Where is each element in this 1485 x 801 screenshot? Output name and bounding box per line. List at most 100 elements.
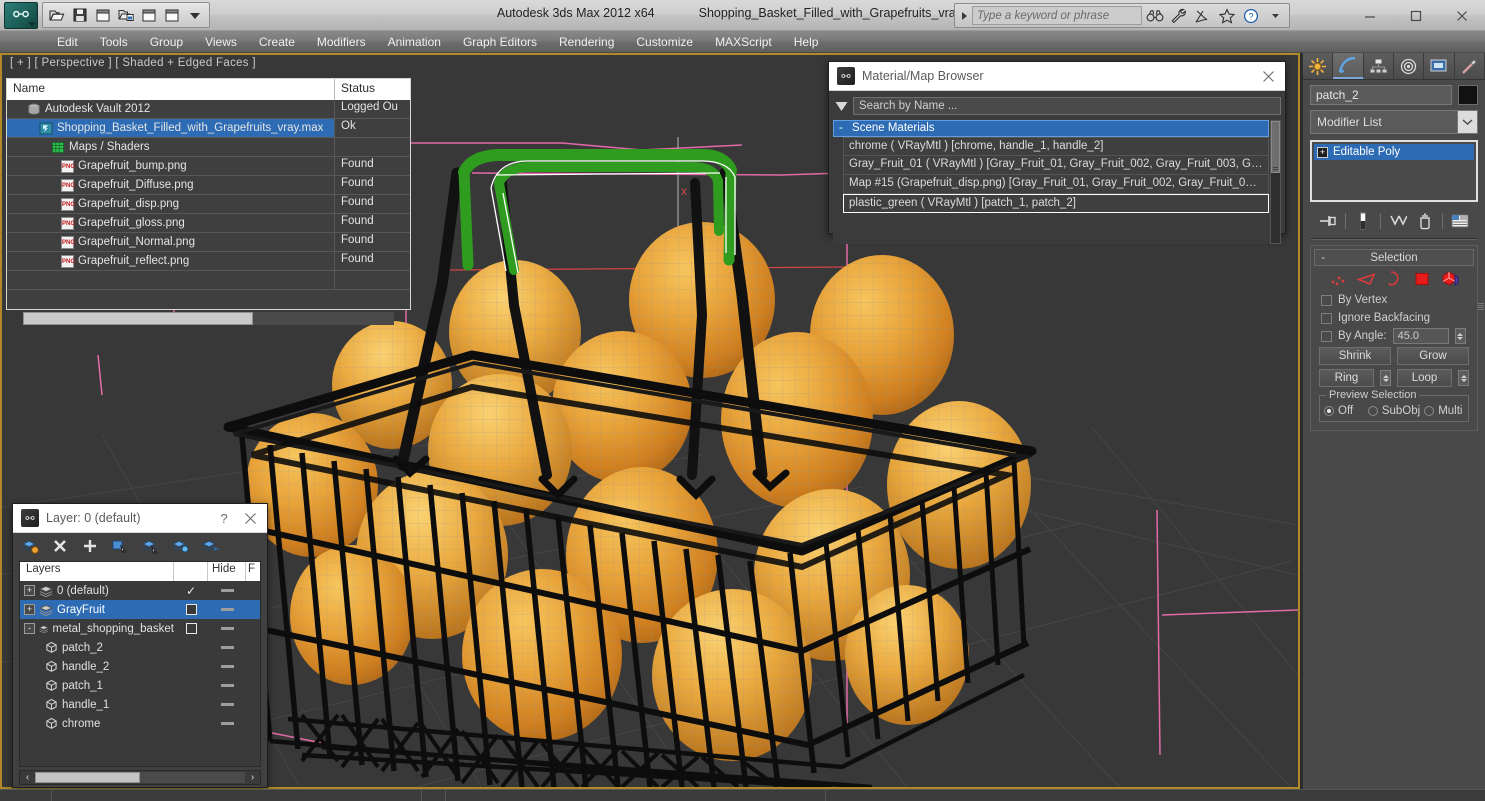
loop-button[interactable]: Loop xyxy=(1397,369,1452,387)
scroll-track[interactable] xyxy=(23,311,394,325)
modify-tab-icon[interactable] xyxy=(1333,53,1364,79)
column-status[interactable]: Status xyxy=(335,79,410,100)
asset-row-reflect[interactable]: PNG Grapefruit_reflect.png Found xyxy=(7,252,410,271)
save-icon[interactable] xyxy=(70,5,90,25)
hide-toggle-icon[interactable] xyxy=(220,665,234,668)
layer-properties-icon[interactable] xyxy=(199,536,221,556)
hide-toggle-icon[interactable] xyxy=(220,703,234,706)
layer-row-patch-2[interactable]: patch_2 xyxy=(20,638,260,657)
asset-row-bump[interactable]: PNG Grapefruit_bump.png Found xyxy=(7,157,410,176)
scroll-track[interactable] xyxy=(35,772,245,783)
layer-row-grayfruit[interactable]: + GrayFruit xyxy=(20,600,260,619)
hide-toggle-icon[interactable] xyxy=(220,608,234,611)
grow-button[interactable]: Grow xyxy=(1397,347,1469,365)
material-row-gray-fruit[interactable]: Gray_Fruit_01 ( VRayMtl ) [Gray_Fruit_01… xyxy=(843,156,1269,175)
help-dropdown-icon[interactable] xyxy=(1264,5,1286,26)
maximize-icon[interactable] xyxy=(1393,0,1439,31)
hide-toggle-icon[interactable] xyxy=(220,684,234,687)
asset-row-max-file[interactable]: Shopping_Basket_Filled_with_Grapefruits_… xyxy=(7,119,410,138)
viewport-label[interactable]: [ + ] [ Perspective ] [ Shaded + Edged F… xyxy=(10,57,256,69)
layer-horizontal-scrollbar[interactable]: ‹ › xyxy=(19,770,261,785)
layer-row-metal-shopping-basket[interactable]: - metal_shopping_basket xyxy=(20,619,260,638)
asset-row-vault[interactable]: Autodesk Vault 2012 Logged Ou xyxy=(7,100,410,119)
select-highlight-icon[interactable] xyxy=(139,536,161,556)
material-map-browser-dialog[interactable]: ⚯ Material/Map Browser Search by Name ..… xyxy=(828,61,1286,244)
application-menu-button[interactable]: ⚯ xyxy=(4,2,38,29)
layer-row-chrome[interactable]: chrome xyxy=(20,714,260,733)
filter-dropdown-icon[interactable] xyxy=(833,98,849,114)
new-layer-icon[interactable] xyxy=(19,536,41,556)
preview-option-subobj[interactable]: SubObj xyxy=(1367,405,1420,417)
set-current-icon[interactable] xyxy=(169,536,191,556)
modifier-stack[interactable]: + Editable Poly xyxy=(1310,140,1478,202)
object-color-swatch[interactable] xyxy=(1458,85,1478,105)
import-icon[interactable] xyxy=(116,5,136,25)
open-icon[interactable] xyxy=(47,5,67,25)
by-vertex-checkbox[interactable] xyxy=(1321,294,1332,306)
close-icon[interactable] xyxy=(1439,0,1485,31)
radio-off[interactable] xyxy=(1324,406,1334,416)
expand-icon[interactable]: + xyxy=(24,604,35,615)
asset-row-gloss[interactable]: PNG Grapefruit_gloss.png Found xyxy=(7,214,410,233)
element-icon[interactable] xyxy=(1441,269,1460,288)
menu-customize[interactable]: Customize xyxy=(625,33,704,51)
ignore-backfacing-row[interactable]: Ignore Backfacing xyxy=(1311,309,1477,327)
hide-toggle-icon[interactable] xyxy=(220,627,234,630)
chevron-down-icon[interactable] xyxy=(185,5,205,25)
hide-toggle-icon[interactable] xyxy=(220,589,234,592)
menu-animation[interactable]: Animation xyxy=(377,33,452,51)
create-tab-icon[interactable] xyxy=(1303,53,1334,79)
expand-icon[interactable]: + xyxy=(24,585,35,596)
undo-icon[interactable] xyxy=(139,5,159,25)
chevron-down-icon[interactable] xyxy=(1457,111,1477,133)
asset-row-diffuse[interactable]: PNG Grapefruit_Diffuse.png Found xyxy=(7,176,410,195)
remove-modifier-icon[interactable] xyxy=(1415,211,1435,231)
help-icon[interactable]: ? xyxy=(1240,5,1262,26)
wrench-icon[interactable] xyxy=(1168,5,1190,26)
search-input[interactable]: Type a keyword or phrase xyxy=(972,6,1142,25)
polygon-icon[interactable] xyxy=(1413,269,1432,288)
scroll-thumb[interactable] xyxy=(35,772,140,783)
menu-create[interactable]: Create xyxy=(248,33,306,51)
layer-table[interactable]: Layers Hide F + 0 (default) ✓ + GrayFrui… xyxy=(19,561,261,767)
scroll-right-icon[interactable]: › xyxy=(245,772,260,783)
menu-help[interactable]: Help xyxy=(783,33,830,51)
scene-materials-group-header[interactable]: - Scene Materials xyxy=(833,120,1269,137)
new-icon[interactable] xyxy=(93,5,113,25)
satellite-icon[interactable] xyxy=(1192,5,1214,26)
menu-graph-editors[interactable]: Graph Editors xyxy=(452,33,548,51)
border-icon[interactable] xyxy=(1385,269,1404,288)
command-panel-scrollbar[interactable] xyxy=(1478,303,1484,327)
by-angle-spinner[interactable] xyxy=(1454,328,1466,344)
layer-row-patch-1[interactable]: patch_1 xyxy=(20,676,260,695)
material-list-scrollbar[interactable] xyxy=(1270,120,1281,244)
collapse-icon[interactable]: - xyxy=(1315,252,1331,264)
by-angle-checkbox[interactable] xyxy=(1321,330,1332,342)
scroll-left-icon[interactable]: ‹ xyxy=(20,772,35,783)
expand-icon[interactable]: + xyxy=(1317,146,1328,158)
current-layer-checkbox[interactable] xyxy=(185,623,197,634)
menu-edit[interactable]: Edit xyxy=(46,33,89,51)
radio-multi[interactable] xyxy=(1424,406,1435,416)
pin-stack-icon[interactable] xyxy=(1318,211,1338,231)
column-freeze[interactable]: F xyxy=(246,562,260,581)
delete-layer-icon[interactable] xyxy=(49,536,71,556)
by-vertex-row[interactable]: By Vertex xyxy=(1311,291,1477,309)
scroll-thumb[interactable] xyxy=(23,311,254,325)
material-row-map-15[interactable]: Map #15 (Grapefruit_disp.png) [Gray_Frui… xyxy=(843,175,1269,194)
redo-icon[interactable] xyxy=(162,5,182,25)
object-name-input[interactable]: patch_2 xyxy=(1310,85,1452,105)
make-unique-icon[interactable] xyxy=(1388,211,1408,231)
preview-option-off[interactable]: Off xyxy=(1324,405,1364,417)
minimize-icon[interactable] xyxy=(1347,0,1393,31)
layer-row-handle-1[interactable]: handle_1 xyxy=(20,695,260,714)
layer-manager-dialog[interactable]: ⚯ Layer: 0 (default) ? Layers Hide F + 0… xyxy=(12,503,268,788)
help-button[interactable]: ? xyxy=(211,505,237,531)
shrink-button[interactable]: Shrink xyxy=(1319,347,1391,365)
asset-tracking-table[interactable]: Name Status Autodesk Vault 2012 Logged O… xyxy=(6,78,411,310)
selection-rollout-header[interactable]: - Selection xyxy=(1314,249,1474,266)
menu-rendering[interactable]: Rendering xyxy=(548,33,625,51)
layer-row-default[interactable]: + 0 (default) ✓ xyxy=(20,581,260,600)
binoculars-icon[interactable] xyxy=(1144,5,1166,26)
modifier-stack-item-editable-poly[interactable]: + Editable Poly xyxy=(1314,144,1474,160)
